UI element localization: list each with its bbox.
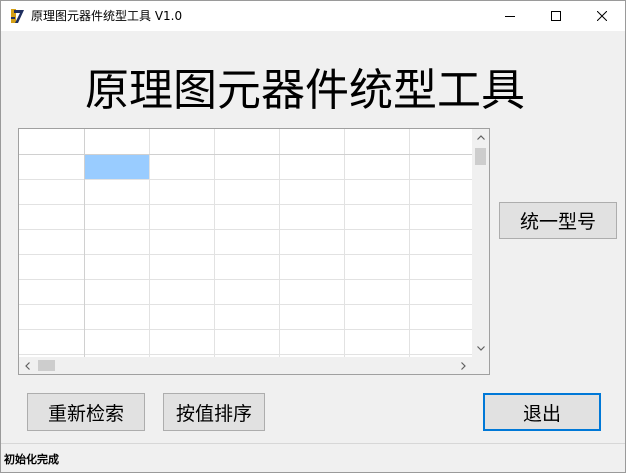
row-header-cell[interactable] — [19, 204, 84, 229]
grid-cell[interactable] — [214, 254, 279, 279]
grid-cell[interactable] — [149, 279, 214, 304]
grid-cell[interactable] — [214, 279, 279, 304]
row-header-cell[interactable] — [19, 254, 84, 279]
window-title: 原理图元器件统型工具 V1.0 — [31, 9, 183, 23]
row-header-cell[interactable] — [19, 329, 84, 354]
grid-cell[interactable] — [149, 229, 214, 254]
selected-cell[interactable] — [84, 154, 149, 179]
grid-cell[interactable] — [344, 229, 409, 254]
scroll-down-icon[interactable] — [472, 340, 489, 357]
scroll-right-icon[interactable] — [455, 357, 472, 374]
grid-cell[interactable] — [409, 179, 472, 204]
grid-cell[interactable] — [214, 229, 279, 254]
grid-cell[interactable] — [149, 304, 214, 329]
grid-cell[interactable] — [279, 254, 344, 279]
component-grid[interactable] — [18, 128, 490, 375]
grid-cell[interactable] — [214, 179, 279, 204]
unify-model-button[interactable]: 统一型号 — [499, 202, 617, 239]
grid-cell[interactable] — [344, 329, 409, 354]
grid-cell[interactable] — [149, 254, 214, 279]
close-button[interactable] — [579, 1, 625, 31]
close-icon — [597, 11, 607, 21]
status-bar: 初始化完成 — [1, 443, 625, 472]
column-header-cell[interactable] — [279, 129, 344, 154]
row-header-cell[interactable] — [19, 279, 84, 304]
column-header-cell[interactable] — [214, 129, 279, 154]
grid-cell[interactable] — [214, 204, 279, 229]
maximize-button[interactable] — [533, 1, 579, 31]
grid-cell[interactable] — [84, 254, 149, 279]
grid-cell[interactable] — [279, 154, 344, 179]
grid-cell[interactable] — [279, 329, 344, 354]
vertical-scroll-thumb[interactable] — [475, 148, 486, 165]
grid-cells[interactable] — [19, 129, 472, 357]
grid-cell[interactable] — [409, 329, 472, 354]
grid-cell[interactable] — [344, 279, 409, 304]
horizontal-scrollbar[interactable] — [19, 357, 472, 374]
maximize-icon — [551, 11, 561, 21]
grid-cell[interactable] — [409, 204, 472, 229]
row-header-cell[interactable] — [19, 229, 84, 254]
exit-button[interactable]: 退出 — [483, 393, 601, 431]
grid-cell[interactable] — [279, 229, 344, 254]
title-bar[interactable]: 原理图元器件统型工具 V1.0 — [1, 1, 625, 31]
grid-cell[interactable] — [149, 204, 214, 229]
vertical-scrollbar[interactable] — [472, 129, 489, 357]
grid-cell[interactable] — [84, 304, 149, 329]
grid-cell[interactable] — [149, 329, 214, 354]
grid-cell[interactable] — [84, 229, 149, 254]
grid-cell[interactable] — [409, 304, 472, 329]
grid-cell[interactable] — [84, 204, 149, 229]
grid-cell[interactable] — [214, 329, 279, 354]
grid-cell[interactable] — [149, 179, 214, 204]
column-header-cell[interactable] — [409, 129, 472, 154]
grid-cell[interactable] — [214, 304, 279, 329]
main-window: 原理图元器件统型工具 V1.0 原理图元器件统型工具 统一型号 重新检索 按值排… — [0, 0, 626, 473]
column-header-cell[interactable] — [149, 129, 214, 154]
grid-cell[interactable] — [344, 304, 409, 329]
grid-cell[interactable] — [279, 279, 344, 304]
minimize-button[interactable] — [487, 1, 533, 31]
scroll-up-icon[interactable] — [472, 129, 489, 146]
scroll-corner — [472, 357, 489, 374]
horizontal-scroll-thumb[interactable] — [38, 360, 55, 371]
grid-cell[interactable] — [279, 204, 344, 229]
row-header-cell[interactable] — [19, 154, 84, 179]
grid-cell[interactable] — [84, 179, 149, 204]
status-text: 初始化完成 — [4, 453, 59, 466]
app-logo-icon — [10, 8, 26, 24]
column-header-cell[interactable] — [344, 129, 409, 154]
re-search-button[interactable]: 重新检索 — [27, 393, 145, 431]
grid-cell[interactable] — [409, 254, 472, 279]
grid-cell[interactable] — [279, 179, 344, 204]
column-header-cell[interactable] — [84, 129, 149, 154]
minimize-icon — [505, 11, 515, 21]
grid-cell[interactable] — [344, 204, 409, 229]
grid-cell[interactable] — [344, 154, 409, 179]
grid-cell[interactable] — [214, 154, 279, 179]
column-header-cell[interactable] — [19, 129, 84, 154]
row-header-cell[interactable] — [19, 304, 84, 329]
grid-cell[interactable] — [409, 154, 472, 179]
grid-cell[interactable] — [149, 154, 214, 179]
grid-cell[interactable] — [344, 179, 409, 204]
row-header-cell[interactable] — [19, 179, 84, 204]
scroll-left-icon[interactable] — [19, 357, 36, 374]
grid-cell[interactable] — [84, 279, 149, 304]
grid-cell[interactable] — [84, 329, 149, 354]
grid-cell[interactable] — [409, 229, 472, 254]
sort-by-value-button[interactable]: 按值排序 — [163, 393, 265, 431]
grid-cell[interactable] — [279, 304, 344, 329]
page-title: 原理图元器件统型工具 — [85, 65, 525, 116]
grid-cell[interactable] — [409, 279, 472, 304]
grid-cell[interactable] — [344, 254, 409, 279]
